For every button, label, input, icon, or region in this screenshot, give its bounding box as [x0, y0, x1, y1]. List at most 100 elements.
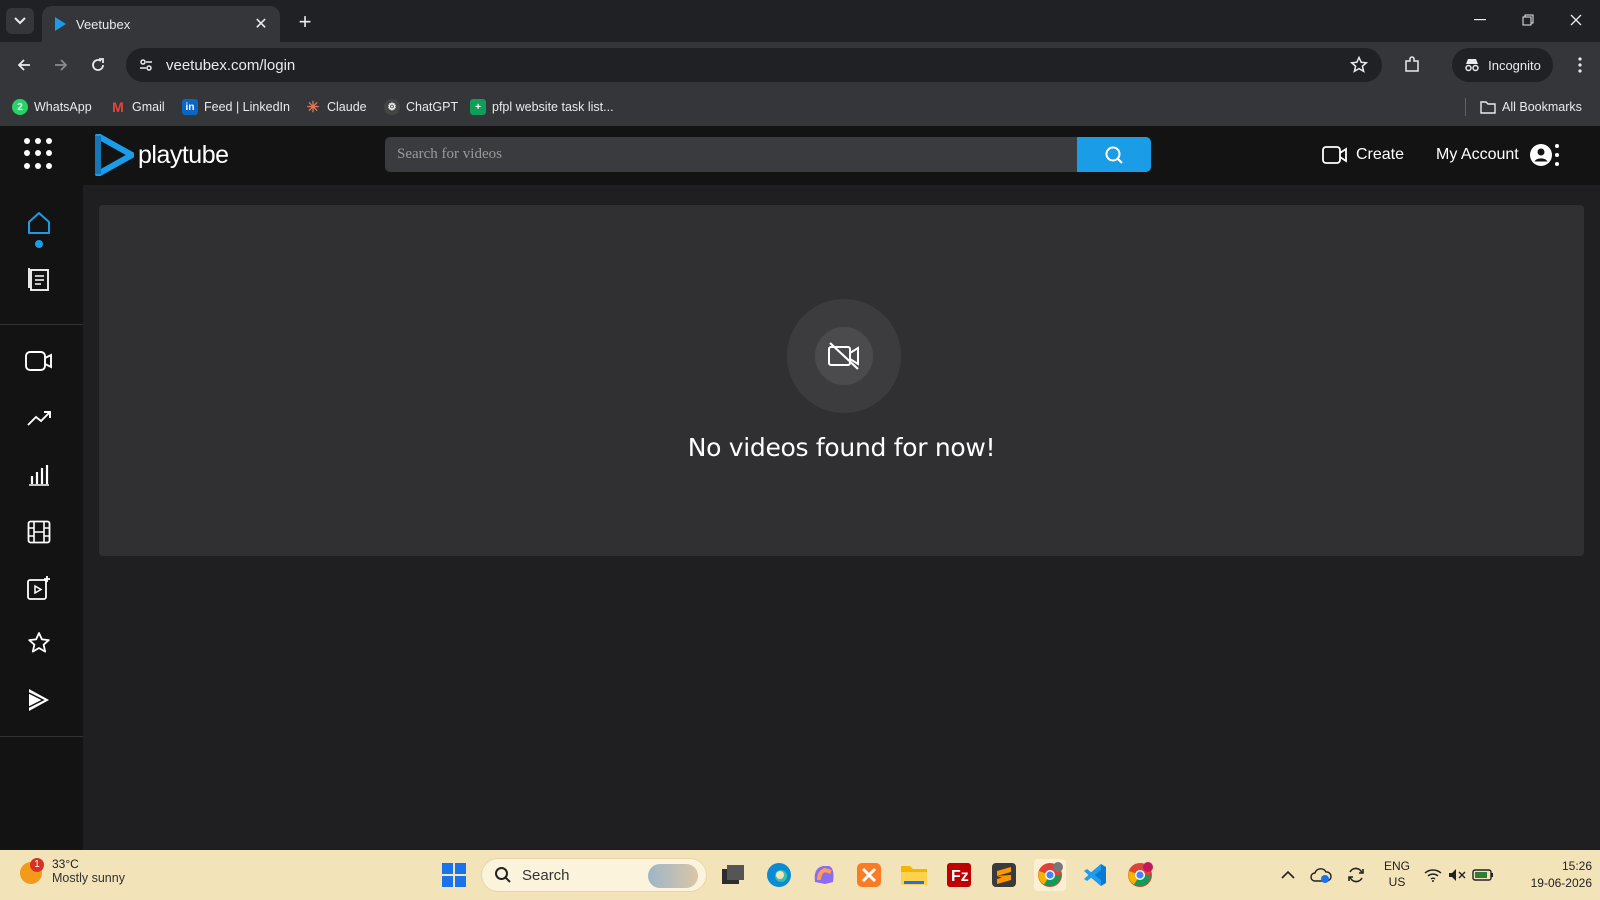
sidebar-divider: [0, 324, 83, 325]
bookmark-pfpl[interactable]: + pfpl website task list...: [470, 97, 614, 117]
taskbar-filezilla[interactable]: Fz: [943, 859, 975, 891]
puzzle-icon: [1405, 56, 1419, 72]
sidebar-item-videos[interactable]: [21, 343, 57, 379]
tray-onedrive[interactable]: [1309, 863, 1333, 887]
sidebar-item-articles[interactable]: [21, 261, 57, 297]
browser-tab-active[interactable]: Veetubex ✕: [42, 6, 280, 42]
arrow-left-icon: [17, 59, 30, 71]
incognito-indicator[interactable]: Incognito: [1452, 48, 1553, 82]
video-camera-icon: [1322, 146, 1347, 164]
sidebar-item-shorts[interactable]: [21, 682, 57, 718]
task-view-button[interactable]: [717, 859, 749, 891]
document-list-icon: [28, 268, 49, 291]
taskbar-file-explorer[interactable]: [898, 859, 930, 891]
video-search-bar: [385, 137, 1151, 172]
video-off-icon: [828, 342, 859, 370]
sidebar-item-trending[interactable]: [21, 400, 57, 436]
active-indicator-dot: [35, 240, 43, 248]
restore-icon: [1522, 14, 1534, 26]
app-menu-button[interactable]: [1553, 144, 1561, 166]
site-settings-icon[interactable]: [138, 57, 154, 73]
sheets-icon: +: [470, 99, 486, 115]
main-content: No videos found for now!: [83, 185, 1600, 850]
search-highlight-icon: [648, 864, 698, 888]
start-button[interactable]: [438, 859, 470, 891]
playtube-logo[interactable]: playtube: [94, 134, 229, 176]
all-bookmarks-button[interactable]: All Bookmarks: [1480, 97, 1582, 117]
back-button[interactable]: [10, 52, 38, 78]
clock-time: 15:26: [1561, 859, 1592, 873]
cloud-icon: [1310, 868, 1332, 883]
restore-button[interactable]: [1510, 8, 1546, 32]
forward-button[interactable]: [47, 52, 75, 78]
weather-badge: 1: [30, 858, 44, 872]
task-view-icon: [722, 865, 744, 884]
new-tab-button[interactable]: +: [292, 9, 318, 35]
minimize-button[interactable]: [1462, 8, 1498, 32]
gmail-icon: M: [112, 99, 124, 115]
taskbar-chrome-profile[interactable]: [1124, 859, 1156, 891]
filezilla-icon: Fz: [947, 863, 971, 887]
home-icon: [28, 212, 50, 234]
search-icon: [495, 867, 511, 883]
my-account-button[interactable]: My Account: [1436, 140, 1553, 170]
apps-grid-button[interactable]: [24, 138, 56, 170]
video-search-input[interactable]: [385, 137, 1077, 172]
address-bar[interactable]: veetubex.com/login: [126, 48, 1382, 82]
bookmark-star-icon[interactable]: [1350, 56, 1368, 74]
close-window-button[interactable]: [1558, 8, 1594, 32]
lang-bottom: US: [1388, 875, 1406, 889]
app-header: playtube Create My Account: [0, 126, 1600, 185]
sublime-text-icon: [992, 863, 1016, 887]
taskbar-sublime[interactable]: [988, 859, 1020, 891]
system-clock[interactable]: 15:26 19-06-2026: [1504, 858, 1592, 892]
chrome-incognito-icon: [1038, 862, 1063, 887]
extensions-button[interactable]: [1398, 52, 1426, 78]
language-indicator[interactable]: ENG US: [1384, 858, 1410, 890]
sidebar-item-home[interactable]: [21, 205, 57, 241]
bookmark-linkedin[interactable]: in Feed | LinkedIn: [182, 97, 290, 117]
arrow-right-icon: [55, 59, 68, 71]
sidebar: [0, 185, 83, 850]
search-button[interactable]: [1077, 137, 1151, 172]
bookmark-claude[interactable]: ✳ Claude: [305, 97, 367, 117]
show-hidden-icons-button[interactable]: [1276, 863, 1300, 887]
taskbar-copilot[interactable]: [808, 859, 840, 891]
tray-network-volume-battery[interactable]: [1424, 863, 1494, 887]
vscode-icon: [1084, 864, 1106, 886]
empty-state-card: No videos found for now!: [99, 205, 1584, 556]
search-icon: [1105, 146, 1123, 164]
chevron-down-icon: [14, 17, 26, 25]
bookmark-gmail[interactable]: M Gmail: [110, 97, 165, 117]
browser-menu-button[interactable]: [1566, 52, 1594, 78]
empty-state-message: No videos found for now!: [687, 433, 996, 462]
tray-sync[interactable]: [1344, 863, 1368, 887]
add-video-icon: [27, 576, 50, 600]
taskbar-search[interactable]: Search: [481, 858, 707, 892]
xampp-icon: [857, 863, 881, 887]
whatsapp-icon: 2: [12, 99, 28, 115]
taskbar-chrome-active[interactable]: [1034, 859, 1066, 891]
all-bookmarks-label: All Bookmarks: [1502, 100, 1582, 114]
sidebar-item-favorites[interactable]: [21, 625, 57, 661]
bookmarks-bar: 2 WhatsApp M Gmail in Feed | LinkedIn ✳ …: [0, 88, 1600, 126]
logo-text: playtube: [138, 140, 229, 169]
claude-icon: ✳: [306, 99, 320, 116]
tab-search-button[interactable]: [6, 8, 34, 34]
reload-button[interactable]: [84, 52, 112, 78]
taskbar-xampp[interactable]: [853, 859, 885, 891]
chrome-icon: [1128, 862, 1153, 887]
taskbar-vscode[interactable]: [1079, 859, 1111, 891]
star-icon: [28, 632, 50, 653]
bookmark-chatgpt[interactable]: ⚙ ChatGPT: [384, 97, 458, 117]
sidebar-item-stats[interactable]: [21, 457, 57, 493]
browser-tab-bar: Veetubex ✕ +: [0, 0, 1600, 42]
taskbar-edge[interactable]: [763, 859, 795, 891]
weather-sun-icon: 1: [18, 858, 44, 884]
create-button[interactable]: Create: [1322, 140, 1404, 170]
sidebar-item-upload[interactable]: [21, 570, 57, 606]
sidebar-item-movies[interactable]: [21, 514, 57, 550]
weather-widget[interactable]: 1 33°C Mostly sunny: [18, 857, 125, 885]
bookmark-whatsapp[interactable]: 2 WhatsApp: [12, 97, 92, 117]
tab-close-icon[interactable]: ✕: [252, 14, 270, 34]
